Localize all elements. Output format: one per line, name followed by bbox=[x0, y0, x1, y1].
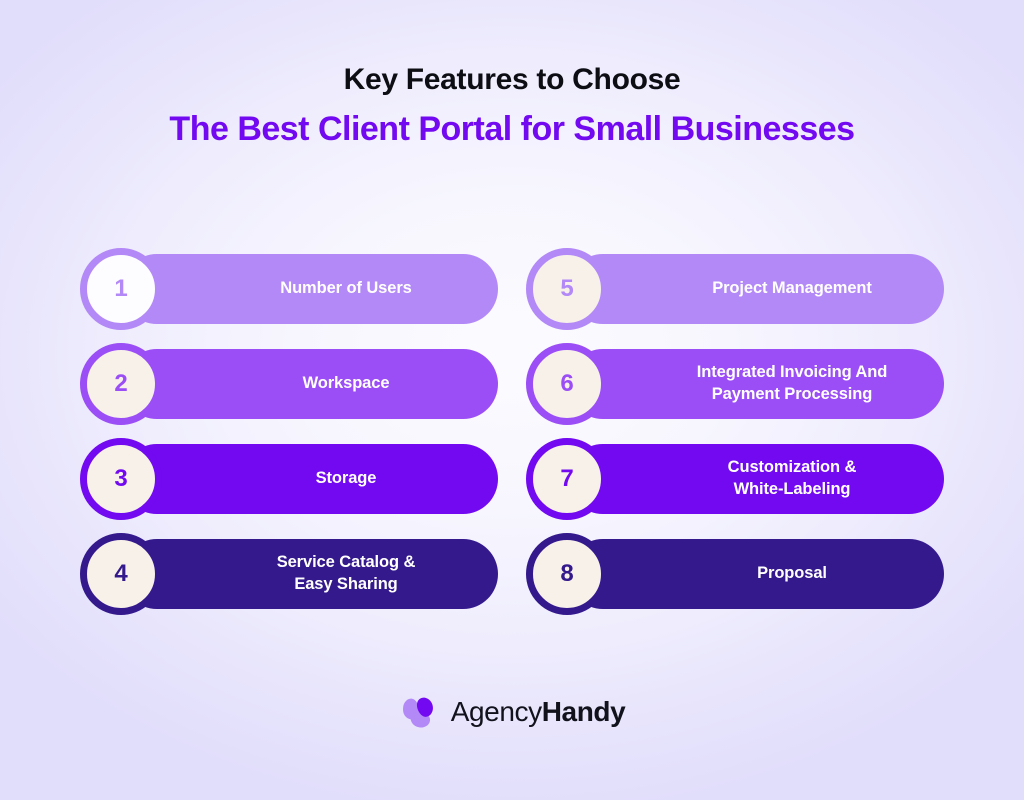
feature-label-5: Project Management bbox=[712, 279, 872, 298]
feature-pill-8: Proposal bbox=[568, 539, 944, 609]
feature-item-6: Integrated Invoicing And Payment Process… bbox=[526, 343, 944, 425]
infographic-poster: Key Features to Choose The Best Client P… bbox=[0, 0, 1024, 800]
feature-item-5: Project Management 5 bbox=[526, 248, 944, 330]
feature-badge-4: 4 bbox=[80, 533, 162, 615]
feature-badge-7: 7 bbox=[526, 438, 608, 520]
feature-pill-2: Workspace bbox=[122, 349, 498, 419]
feature-badge-6: 6 bbox=[526, 343, 608, 425]
feature-label-2: Workspace bbox=[302, 374, 390, 393]
feature-label-1: Number of Users bbox=[280, 279, 412, 298]
feature-pill-5: Project Management bbox=[568, 254, 944, 324]
agencyhandy-triskelion-logo-icon bbox=[402, 697, 433, 728]
feature-label-6: Integrated Invoicing And Payment Process… bbox=[696, 363, 888, 403]
brand-name-light: Agency bbox=[450, 696, 542, 727]
feature-label-4: Service Catalog & Easy Sharing bbox=[276, 553, 416, 593]
feature-badge-2: 2 bbox=[80, 343, 162, 425]
feature-badge-8: 8 bbox=[526, 533, 608, 615]
brand-name-bold: Handy bbox=[541, 696, 626, 727]
feature-number-4: 4 bbox=[114, 560, 128, 587]
feature-label-8: Proposal bbox=[757, 564, 827, 583]
feature-item-4: Service Catalog & Easy Sharing 4 bbox=[80, 533, 498, 615]
feature-item-3: Storage 3 bbox=[80, 438, 498, 520]
feature-number-3: 3 bbox=[114, 465, 128, 492]
feature-pill-4: Service Catalog & Easy Sharing bbox=[122, 539, 498, 609]
page-title: Key Features to Choose bbox=[343, 63, 681, 96]
feature-label-3: Storage bbox=[315, 469, 377, 488]
feature-badge-1: 1 bbox=[80, 248, 162, 330]
features-grid: Number of Users 1 Project Management 5 W… bbox=[80, 248, 944, 615]
feature-item-1: Number of Users 1 bbox=[80, 248, 498, 330]
feature-item-8: Proposal 8 bbox=[526, 533, 944, 615]
feature-item-2: Workspace 2 bbox=[80, 343, 498, 425]
feature-number-7: 7 bbox=[560, 465, 574, 492]
feature-pill-7: Customization & White-Labeling bbox=[568, 444, 944, 514]
feature-number-6: 6 bbox=[560, 370, 574, 397]
feature-pill-1: Number of Users bbox=[122, 254, 498, 324]
feature-number-1: 1 bbox=[114, 275, 128, 302]
feature-badge-5: 5 bbox=[526, 248, 608, 330]
feature-pill-6: Integrated Invoicing And Payment Process… bbox=[568, 349, 944, 419]
feature-badge-3: 3 bbox=[80, 438, 162, 520]
feature-label-7: Customization & White-Labeling bbox=[727, 458, 857, 498]
feature-pill-3: Storage bbox=[122, 444, 498, 514]
feature-number-8: 8 bbox=[560, 560, 574, 587]
page-subtitle: The Best Client Portal for Small Busines… bbox=[169, 110, 855, 149]
feature-number-5: 5 bbox=[560, 275, 574, 302]
feature-number-2: 2 bbox=[114, 370, 128, 397]
feature-item-7: Customization & White-Labeling 7 bbox=[526, 438, 944, 520]
heading-block: Key Features to Choose The Best Client P… bbox=[0, 62, 1024, 150]
brand-wordmark: AgencyHandy bbox=[451, 698, 626, 726]
footer-logo: AgencyHandy bbox=[0, 692, 1024, 732]
